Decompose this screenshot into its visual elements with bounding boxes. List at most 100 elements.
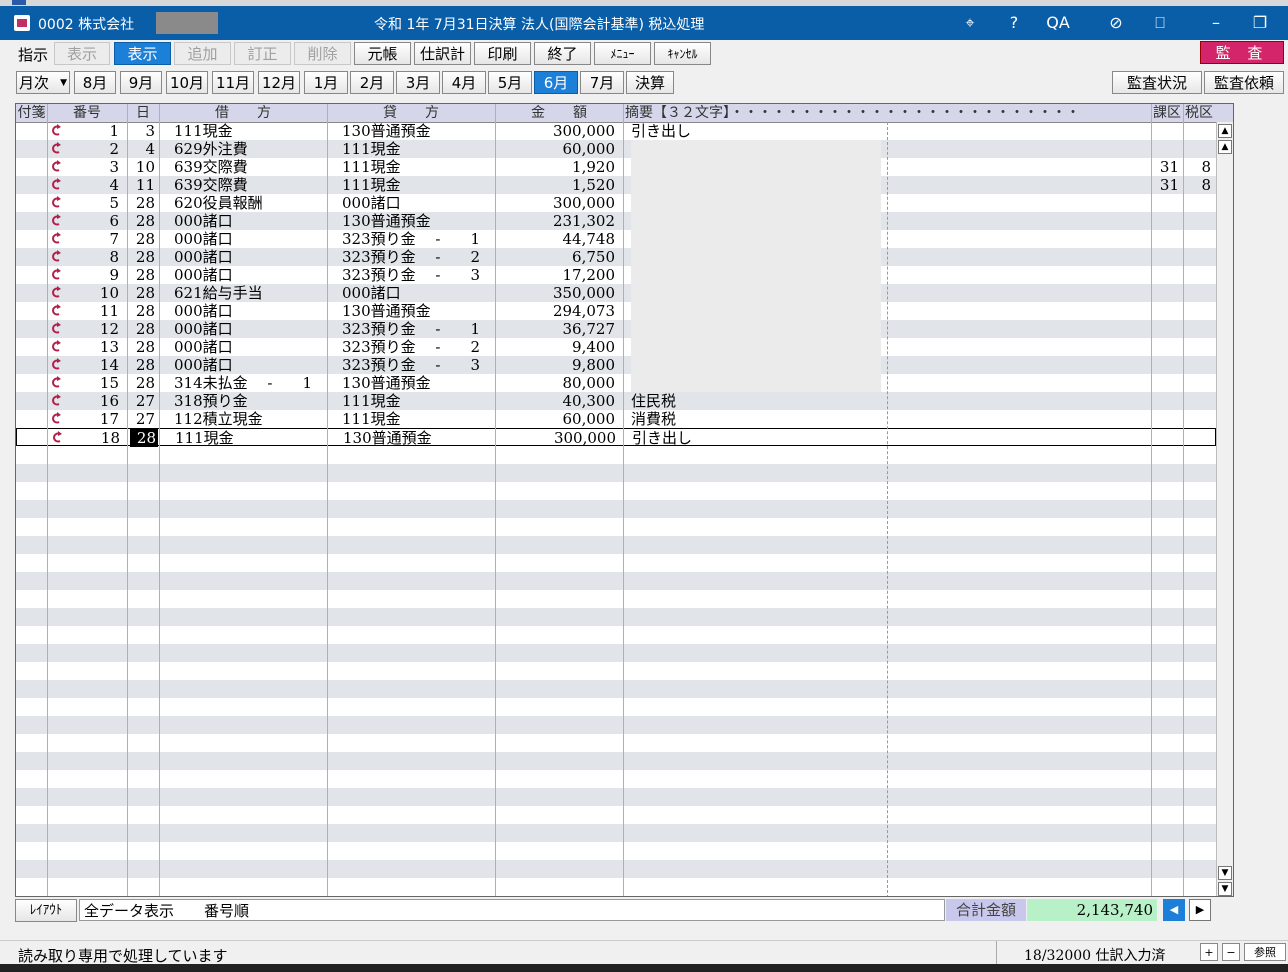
month-tab-9[interactable]: 9月	[120, 71, 162, 94]
scroll-down-icon[interactable]: ▼	[1218, 866, 1232, 880]
scroll-up-icon[interactable]: ▲	[1218, 140, 1232, 154]
audit-request-button[interactable]: 監査依頼	[1204, 71, 1284, 94]
table-row[interactable]	[16, 572, 1216, 590]
table-row[interactable]	[16, 734, 1216, 752]
table-row[interactable]: 1 3 111現金 130普通預金 300,000 引き出し	[16, 122, 1216, 140]
table-row[interactable]: 5 28 620役員報酬 000諸口 300,000	[16, 194, 1216, 212]
month-tab-7[interactable]: 7月	[580, 71, 624, 94]
table-row[interactable]: 9 28 000諸口 323預り金 - 3 17,200	[16, 266, 1216, 284]
col-tag[interactable]: 付箋	[16, 104, 47, 122]
col-debit[interactable]: 借 方	[159, 104, 327, 122]
reference-button[interactable]: 参照	[1244, 943, 1286, 961]
table-row[interactable]	[16, 464, 1216, 482]
table-row[interactable]	[16, 842, 1216, 860]
table-row[interactable]: 16 27 318預り金 111現金 40,300 住民税	[16, 392, 1216, 410]
delete-button[interactable]: 削除	[294, 42, 351, 65]
table-row[interactable]	[16, 716, 1216, 734]
restore-icon[interactable]: ❐	[1248, 12, 1272, 34]
audit-status-button[interactable]: 監査状況	[1112, 71, 1202, 94]
table-row[interactable]	[16, 608, 1216, 626]
table-row[interactable]	[16, 518, 1216, 536]
scroll-bottom-icon[interactable]: ▼	[1218, 882, 1232, 896]
vertical-scrollbar[interactable]: ▲ ▲ ▼ ▼	[1216, 122, 1233, 896]
table-row[interactable]	[16, 806, 1216, 824]
prev-arrow-icon[interactable]: ◀	[1163, 899, 1185, 921]
monitor-icon[interactable]: ⎕	[1148, 12, 1172, 34]
table-row[interactable]	[16, 878, 1216, 896]
view-button-disabled[interactable]: 表示	[54, 42, 110, 65]
add-button[interactable]: 追加	[174, 42, 231, 65]
journal-total-button[interactable]: 仕訳計	[414, 42, 471, 65]
table-row[interactable]: 6 28 000諸口 130普通預金 231,302	[16, 212, 1216, 230]
month-tab-4[interactable]: 4月	[442, 71, 486, 94]
col-amount[interactable]: 金 額	[495, 104, 623, 122]
table-row[interactable]: 18 28 111現金 130普通預金 300,000 引き出し	[16, 428, 1216, 447]
layout-button[interactable]: ﾚｲｱｳﾄ	[15, 899, 77, 922]
table-row[interactable]: 2 4 629外注費 111現金 60,000	[16, 140, 1216, 158]
globe-search-icon[interactable]: ⌖	[958, 12, 982, 34]
col-day[interactable]: 日	[127, 104, 159, 122]
table-row[interactable]	[16, 536, 1216, 554]
table-row[interactable]: 8 28 000諸口 323預り金 - 2 6,750	[16, 248, 1216, 266]
table-row[interactable]	[16, 482, 1216, 500]
table-row[interactable]	[16, 500, 1216, 518]
prohibit-icon[interactable]: ⊘	[1104, 12, 1128, 34]
table-row[interactable]: 13 28 000諸口 323預り金 - 2 9,400	[16, 338, 1216, 356]
col-number[interactable]: 番号	[47, 104, 127, 122]
table-row[interactable]: 11 28 000諸口 130普通預金 294,073	[16, 302, 1216, 320]
table-row[interactable]	[16, 662, 1216, 680]
table-row[interactable]	[16, 770, 1216, 788]
next-arrow-icon[interactable]: ▶	[1189, 899, 1211, 921]
table-row[interactable]	[16, 698, 1216, 716]
month-tab-10[interactable]: 10月	[166, 71, 208, 94]
table-row[interactable]: 17 27 112積立現金 111現金 60,000 消費税	[16, 410, 1216, 428]
col-memo[interactable]: 摘要【３２文字】・・・・・・・・・・・・・・・・・・・・・・・・・	[623, 104, 1153, 122]
zoom-out-icon[interactable]: −	[1222, 943, 1240, 961]
table-row[interactable]: 4 11 639交際費 111現金 1,520 31 8	[16, 176, 1216, 194]
table-row[interactable]: 15 28 314未払金 - 1 130普通預金 80,000	[16, 374, 1216, 392]
table-row[interactable]	[16, 680, 1216, 698]
col-credit[interactable]: 貸 方	[327, 104, 495, 122]
qa-icon[interactable]: QA	[1046, 12, 1070, 34]
table-row[interactable]	[16, 788, 1216, 806]
table-row[interactable]	[16, 752, 1216, 770]
cancel-button[interactable]: ｷｬﾝｾﾙ	[654, 42, 711, 65]
table-row[interactable]: 3 10 639交際費 111現金 1,920 31 8	[16, 158, 1216, 176]
view-button[interactable]: 表示	[114, 42, 171, 65]
scroll-top-icon[interactable]: ▲	[1218, 124, 1232, 138]
month-tab-1[interactable]: 1月	[304, 71, 348, 94]
exit-button[interactable]: 終了	[534, 42, 591, 65]
zoom-in-icon[interactable]: +	[1200, 943, 1218, 961]
table-row[interactable]: 12 28 000諸口 323預り金 - 1 36,727	[16, 320, 1216, 338]
table-row[interactable]	[16, 446, 1216, 464]
table-row[interactable]	[16, 644, 1216, 662]
journal-grid[interactable]: 付箋 番号 日 借 方 貸 方 金 額 摘要【３２文字】・・・・・・・・・・・・…	[15, 103, 1234, 897]
table-row[interactable]	[16, 626, 1216, 644]
edit-button[interactable]: 訂正	[234, 42, 291, 65]
table-row[interactable]: 14 28 000諸口 323預り金 - 3 9,800	[16, 356, 1216, 374]
period-select[interactable]: 月次 ▼	[16, 71, 70, 94]
ledger-button[interactable]: 元帳	[354, 42, 411, 65]
table-row[interactable]	[16, 860, 1216, 878]
minimize-icon[interactable]: –	[1204, 12, 1228, 34]
table-row[interactable]: 7 28 000諸口 323預り金 - 1 44,748	[16, 230, 1216, 248]
month-tab-8[interactable]: 8月	[74, 71, 116, 94]
audit-button[interactable]: 監 査	[1200, 41, 1284, 64]
month-tab-2[interactable]: 2月	[350, 71, 394, 94]
table-row[interactable]	[16, 824, 1216, 842]
col-kaku[interactable]: 課区	[1151, 104, 1183, 122]
month-tab-5[interactable]: 5月	[488, 71, 532, 94]
month-tab-3[interactable]: 3月	[396, 71, 440, 94]
table-row[interactable]	[16, 554, 1216, 572]
month-tab-6[interactable]: 6月	[534, 71, 578, 94]
cell-number: 5	[109, 194, 119, 212]
month-tab-settlement[interactable]: 決算	[626, 71, 674, 94]
table-row[interactable]: 10 28 621給与手当 000諸口 350,000	[16, 284, 1216, 302]
month-tab-12[interactable]: 12月	[258, 71, 300, 94]
month-tab-11[interactable]: 11月	[212, 71, 254, 94]
print-button[interactable]: 印刷	[474, 42, 531, 65]
table-row[interactable]	[16, 590, 1216, 608]
help-icon[interactable]: ?	[1002, 12, 1026, 34]
menu-button[interactable]: ﾒﾆｭｰ	[594, 42, 651, 65]
col-zei[interactable]: 税区	[1183, 104, 1215, 122]
